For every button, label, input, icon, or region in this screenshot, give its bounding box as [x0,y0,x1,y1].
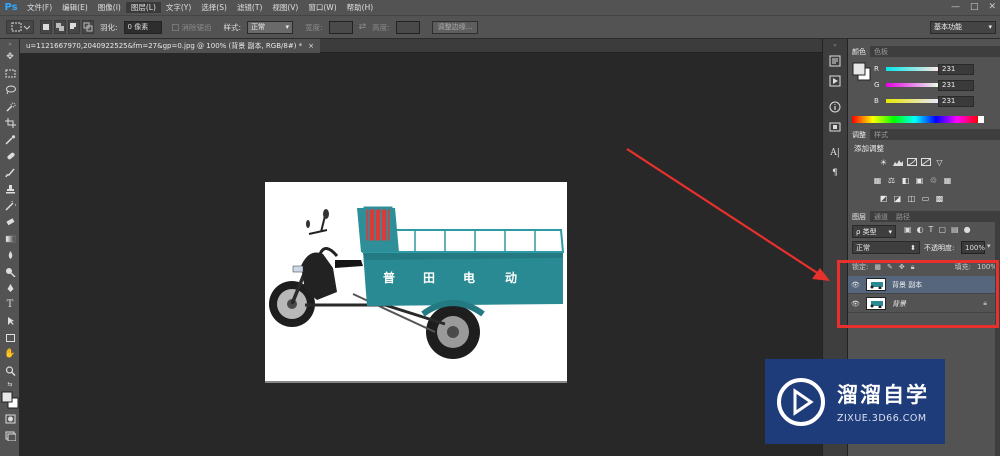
watermark-badge: 溜溜自学 ZIXUE.3D66.COM [765,359,945,444]
watermark-text: 溜溜自学 ZIXUE.3D66.COM [837,379,929,424]
highlight-box [837,260,999,328]
watermark-brand: 溜溜自学 [837,383,929,407]
play-logo-icon [777,377,825,426]
watermark-url: ZIXUE.3D66.COM [837,413,927,424]
red-arrow-line [626,148,823,277]
